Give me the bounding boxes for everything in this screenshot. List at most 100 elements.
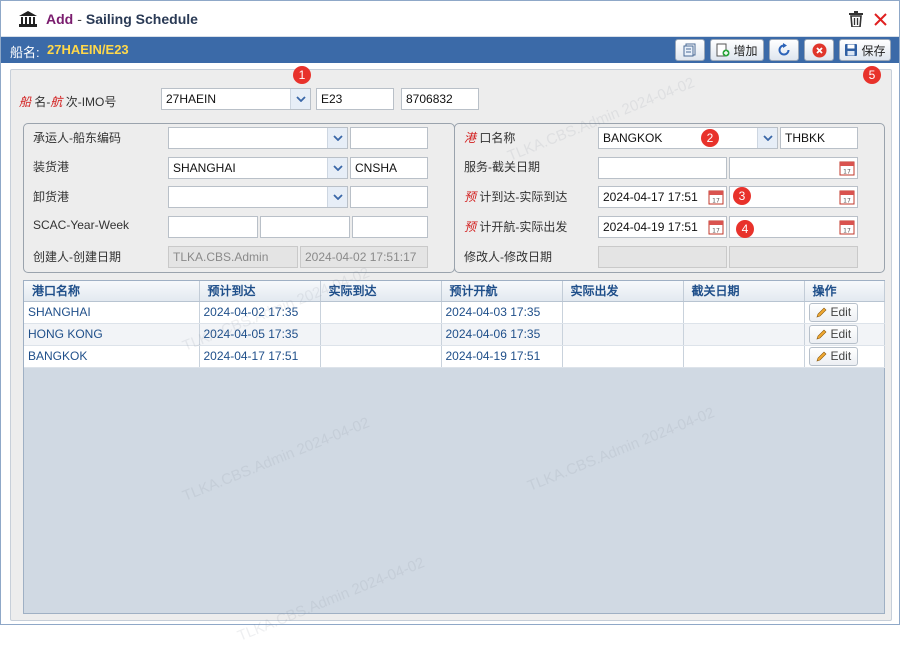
save-button[interactable]: 保存 [839,39,891,61]
title-separator: - [77,11,82,27]
column-header[interactable]: 实际出发 [562,281,684,302]
column-header[interactable]: 实际到达 [320,281,442,302]
title-mode: Add [46,11,74,27]
calendar-icon[interactable]: 17 [708,189,724,205]
load-port-value: SHANGHAI [173,161,236,175]
title-main: Sailing Schedule [85,11,198,27]
label-part-port-name: 口名称 [479,131,516,145]
modifier-input [598,246,727,268]
scac-input[interactable] [168,216,258,238]
creator-value: TLKA.CBS.Admin [173,250,269,264]
chevron-down-icon[interactable] [327,128,347,148]
eta-input[interactable]: 2024-04-17 17:51 17 [598,186,727,208]
cell-action: Edit [804,323,885,346]
table-row[interactable]: HONG KONG 2024-04-05 17:35 2024-04-06 17… [24,323,885,346]
cell-atd [562,301,684,324]
year-input[interactable] [260,216,350,238]
cell-cutoff [683,301,805,324]
pencil-icon [816,329,826,339]
calendar-icon[interactable]: 17 [839,189,855,205]
svg-text:17: 17 [843,169,851,176]
cancel-button[interactable] [804,39,834,61]
service-input[interactable] [598,157,727,179]
chevron-down-icon[interactable] [327,187,347,207]
annotation-badge: 3 [733,187,751,205]
voyage-input[interactable]: E23 [316,88,394,110]
carrier-select[interactable] [168,127,348,149]
calendar-icon[interactable]: 17 [708,219,724,235]
modifier-date-label: 修改人-修改日期 [464,250,552,264]
edit-button-label: Edit [830,349,852,363]
port-name-label: 港 口名称 [464,129,515,146]
annotation-badge: 5 [863,66,881,84]
chevron-down-icon[interactable] [290,89,310,109]
trash-icon[interactable] [849,11,863,27]
cell-cutoff [683,323,805,346]
add-button[interactable]: 增加 [710,39,764,61]
created-date-input: 2024-04-02 17:51:17 [300,246,428,268]
refresh-button[interactable] [769,39,799,61]
discharge-port-select[interactable] [168,186,348,208]
window-title: Add - Sailing Schedule [46,11,198,27]
port-schedule-grid: 港口名称 预计到达 实际到达 预计开航 实际出发 截关日期 操作 SHANGHA… [23,280,885,614]
ship-voyage-value: 27HAEIN/E23 [47,42,129,57]
cancel-icon [812,43,826,57]
close-icon[interactable] [874,13,887,26]
label-part-vessel: 船 [19,95,32,109]
table-row[interactable]: BANGKOK 2024-04-17 17:51 2024-04-19 17:5… [24,345,885,368]
edit-button[interactable]: Edit [808,302,859,322]
edit-button[interactable]: Edit [808,324,859,344]
cell-atd [562,345,684,368]
sailing-schedule-window: Add - Sailing Schedule 船名: 27HAEIN/E23 增… [0,0,900,645]
etd-input[interactable]: 2024-04-19 17:51 17 [598,216,727,238]
cell-action: Edit [804,345,885,368]
etd-value: 2024-04-19 17:51 [603,220,698,234]
cell-etd: 2024-04-06 17:35 [441,323,563,346]
created-date-value: 2024-04-02 17:51:17 [305,250,417,264]
label-part-etd-atd: 计开航-实际出发 [479,220,568,234]
calendar-icon[interactable]: 17 [839,160,855,176]
load-port-select[interactable]: SHANGHAI [168,157,348,179]
etd-atd-label: 预 计开航-实际出发 [464,218,567,235]
pencil-icon [816,351,826,361]
annotation-badge: 1 [293,66,311,84]
chevron-down-icon[interactable] [327,158,347,178]
imo-input[interactable]: 8706832 [401,88,479,110]
cell-ata [320,345,442,368]
column-header[interactable]: 预计到达 [199,281,321,302]
edit-button[interactable]: Edit [808,346,859,366]
cell-eta: 2024-04-05 17:35 [199,323,321,346]
right-fieldset: 港 口名称 BANGKOK THBKK 服务-截关日期 17 预 计到达-实际到… [454,123,885,273]
label-part-eta-ata: 计到达-实际到达 [479,190,568,204]
owner-code-input[interactable] [350,127,428,149]
table-row[interactable]: SHANGHAI 2024-04-02 17:35 2024-04-03 17:… [24,301,885,324]
imo-value: 8706832 [406,92,453,106]
scac-year-week-label: SCAC-Year-Week [33,218,130,232]
calendar-icon[interactable]: 17 [839,219,855,235]
cutoff-date-input[interactable]: 17 [729,157,858,179]
column-header[interactable]: 预计开航 [441,281,563,302]
discharge-port-code-input[interactable] [350,186,428,208]
port-code-input[interactable]: THBKK [780,127,858,149]
cell-atd [562,323,684,346]
label-part-port: 港 [464,131,477,145]
load-port-code-value: CNSHA [355,161,398,175]
pencil-icon [816,307,826,317]
column-header[interactable]: 截关日期 [683,281,805,302]
copy-button[interactable] [675,39,705,61]
carrier-owner-label: 承运人-船东编码 [33,131,121,145]
discharge-port-label: 卸货港 [33,190,70,204]
chevron-down-icon[interactable] [757,128,777,148]
vessel-select[interactable]: 27HAEIN [161,88,311,110]
cell-port: SHANGHAI [24,301,200,324]
svg-text:17: 17 [712,198,720,205]
service-cutoff-label: 服务-截关日期 [464,160,540,174]
column-header[interactable]: 港口名称 [24,281,200,302]
eta-value: 2024-04-17 17:51 [603,190,698,204]
load-port-code-input[interactable]: CNSHA [350,157,428,179]
port-select[interactable]: BANGKOK [598,127,778,149]
week-input[interactable] [352,216,428,238]
add-document-icon [716,43,730,57]
column-header: 操作 [804,281,885,302]
bank-icon [19,11,37,27]
